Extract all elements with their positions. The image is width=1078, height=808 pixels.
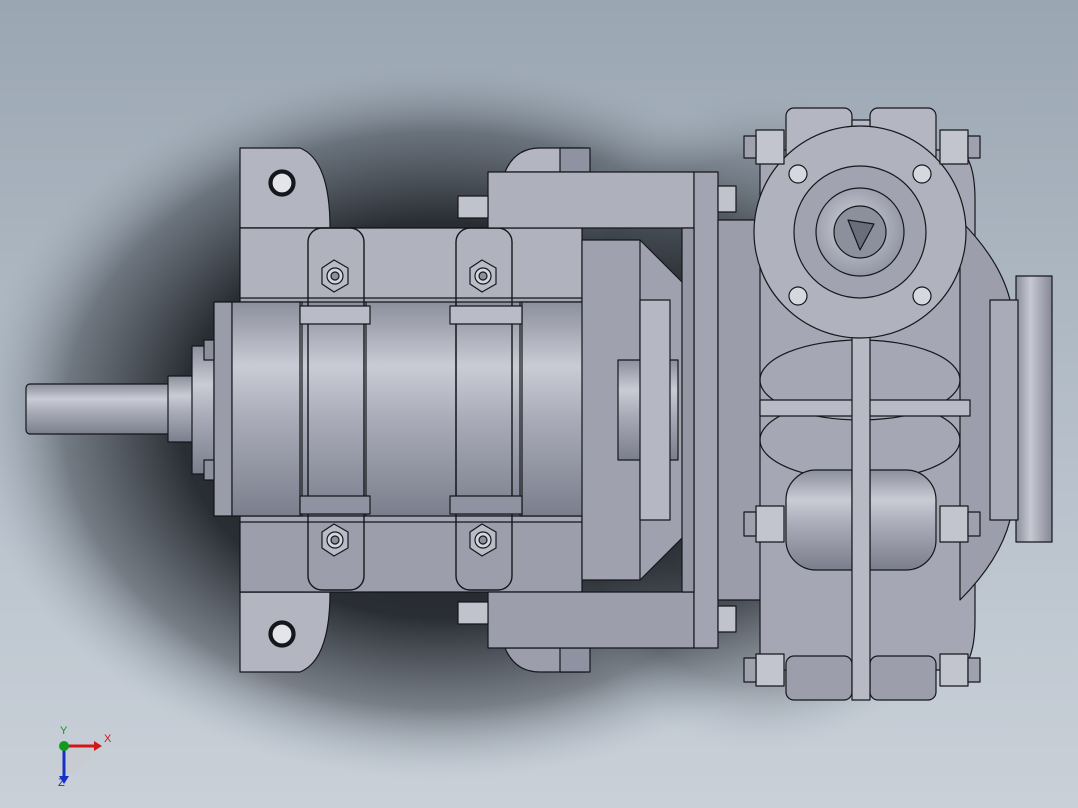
cad-viewport[interactable]: X Y Z bbox=[0, 0, 1078, 808]
pump-shaft bbox=[25, 345, 217, 475]
axis-y-label: Y bbox=[60, 725, 68, 737]
bearing-housing bbox=[203, 301, 621, 517]
suction-flange bbox=[753, 125, 967, 339]
axis-z-label: Z bbox=[58, 777, 65, 789]
pump-assembly[interactable] bbox=[0, 0, 1078, 808]
axis-triad: X Y Z bbox=[48, 725, 118, 794]
axis-x-label: X bbox=[104, 733, 112, 745]
